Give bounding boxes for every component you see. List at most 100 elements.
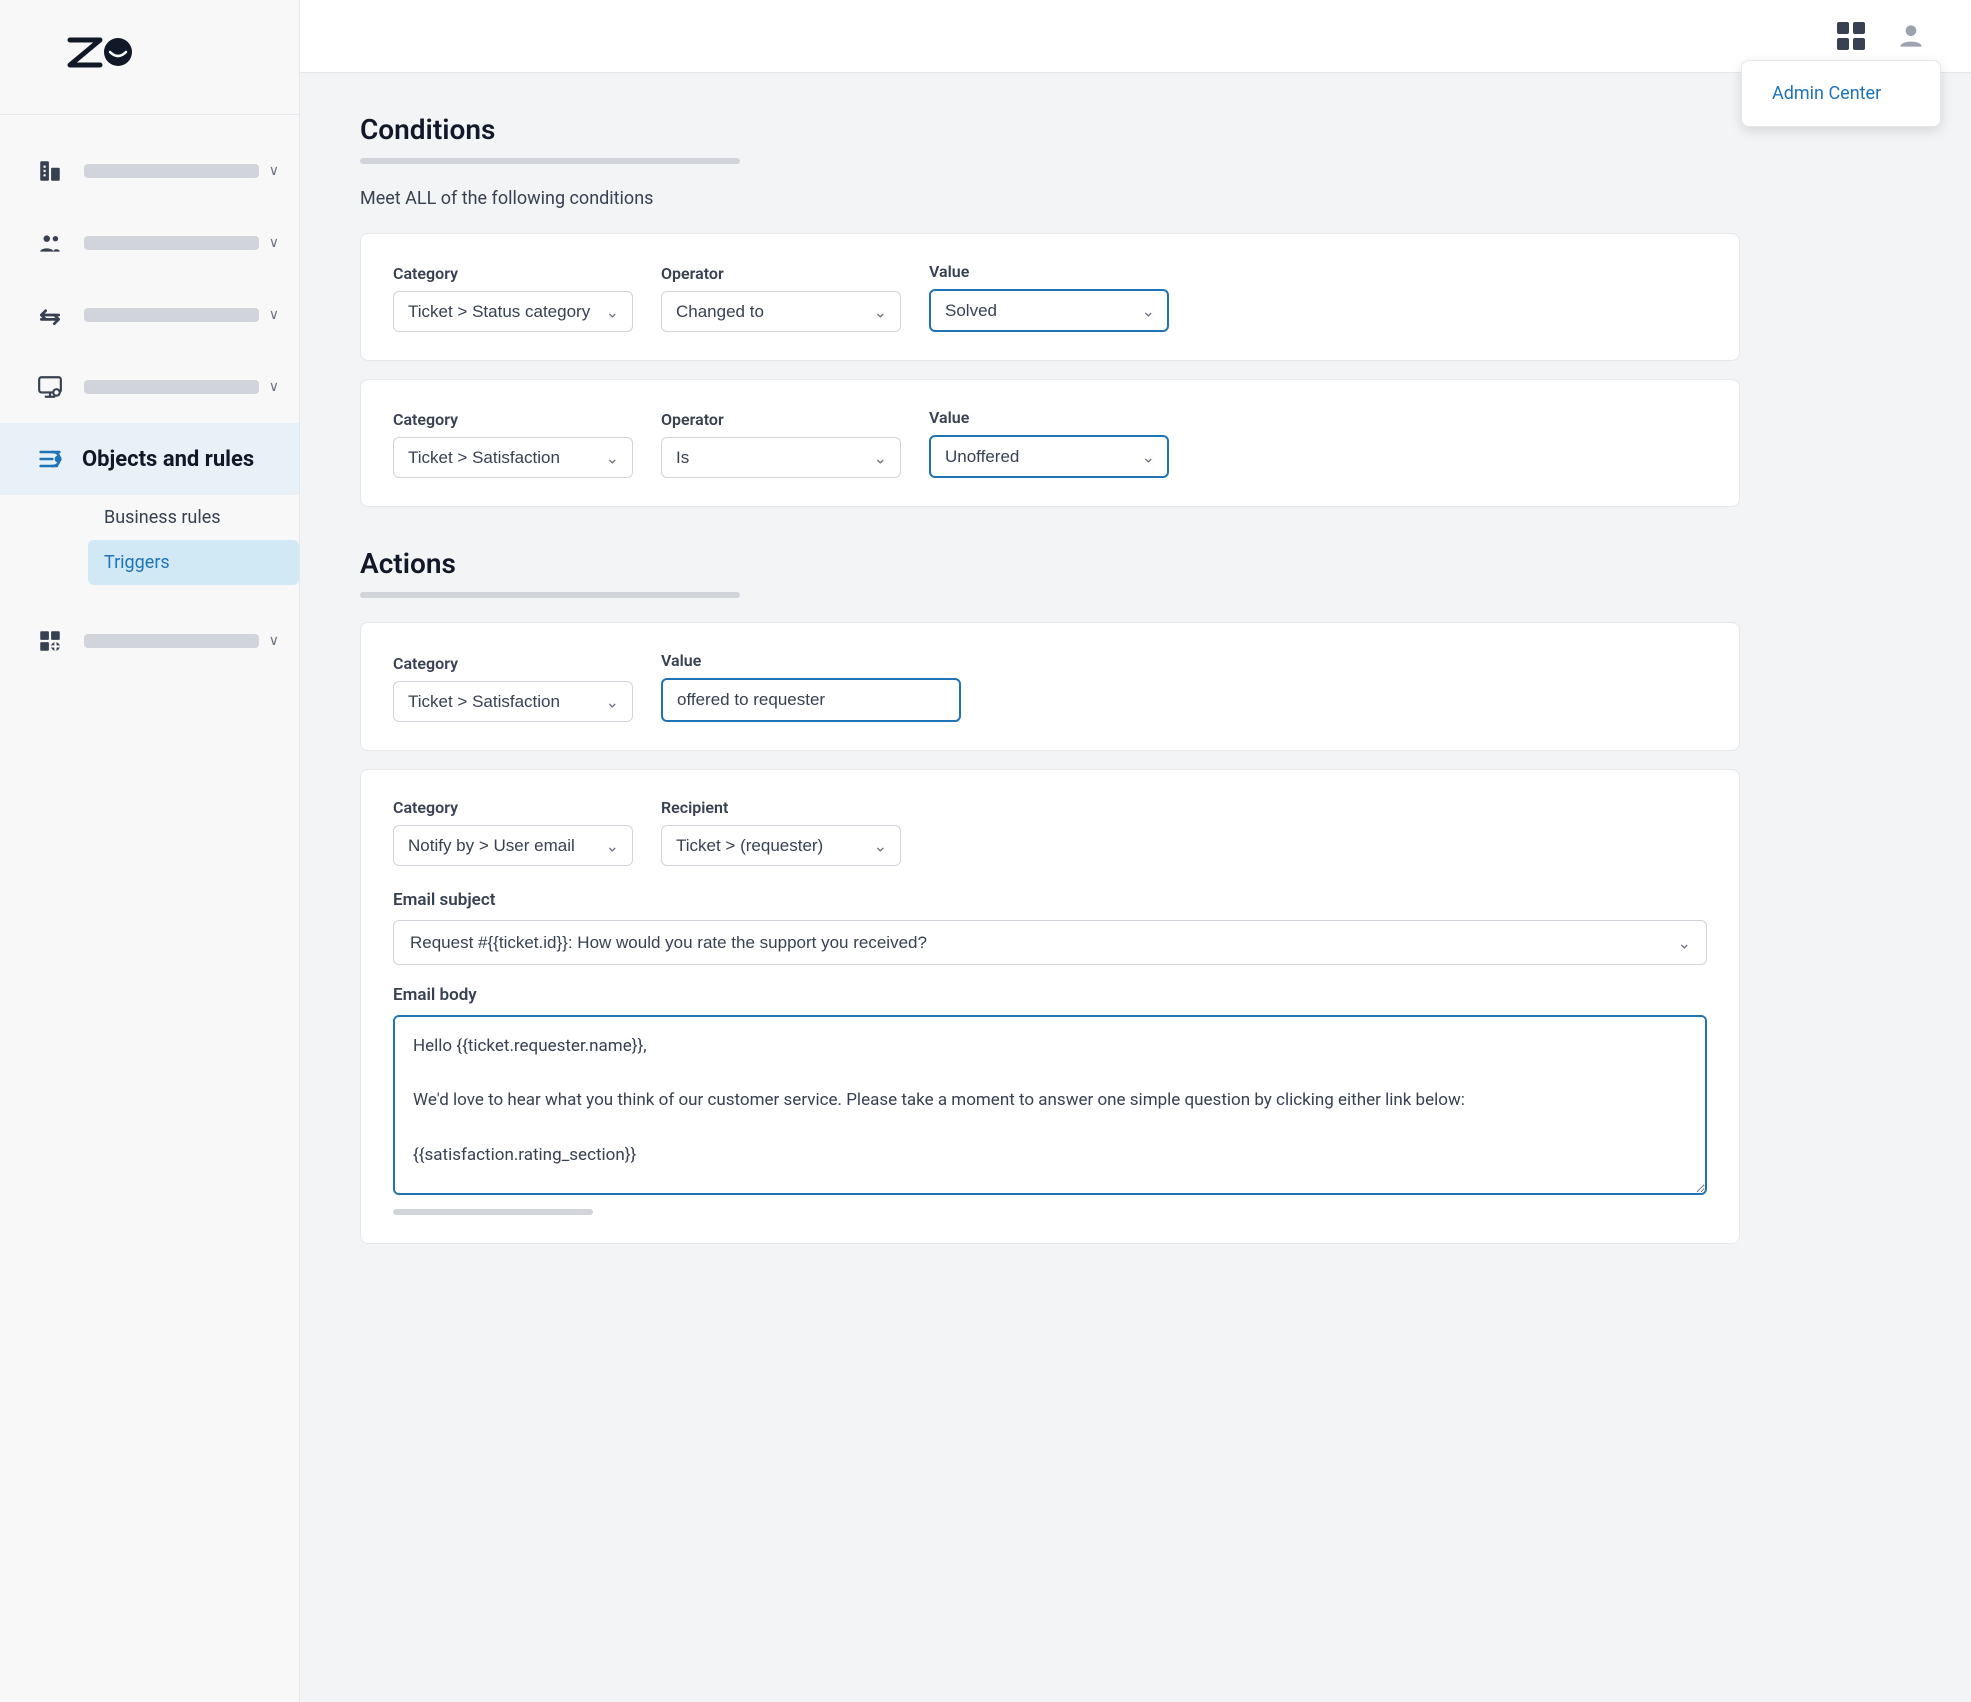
- email-subject-label: Email subject: [393, 890, 1707, 910]
- people-icon: [32, 225, 68, 261]
- condition1-category-select[interactable]: Ticket > Status category: [393, 291, 633, 332]
- grid-cell-1: [1837, 22, 1849, 34]
- conditions-section: Conditions Meet ALL of the following con…: [360, 113, 1740, 507]
- grid-cell-2: [1853, 22, 1865, 34]
- action2-category-label: Category: [393, 798, 633, 817]
- grid-cell-4: [1853, 38, 1865, 50]
- action2-recipient-label: Recipient: [661, 798, 901, 817]
- email-body-label: Email body: [393, 985, 1707, 1005]
- action-row-2: Category Notify by > User email Recipien…: [393, 798, 1707, 866]
- condition1-category-label: Category: [393, 264, 633, 283]
- sidebar-people-label: [84, 236, 259, 250]
- sidebar-objects-rules-label: Objects and rules: [82, 447, 254, 472]
- sidebar-item-monitor[interactable]: ∨: [0, 351, 299, 423]
- page-body: Conditions Meet ALL of the following con…: [300, 73, 1800, 1302]
- monitor-icon: [32, 369, 68, 405]
- condition2-category-group: Category Ticket > Satisfaction: [393, 410, 633, 478]
- condition2-value-select[interactable]: Unoffered: [929, 435, 1169, 478]
- action1-value-group: Value: [661, 651, 961, 722]
- admin-center-dropdown: Admin Center: [1741, 60, 1941, 127]
- action1-value-input[interactable]: [661, 678, 961, 722]
- grid-icon[interactable]: [1831, 16, 1871, 56]
- sidebar-monitor-label: [84, 380, 259, 394]
- arrows-icon: [32, 297, 68, 333]
- condition2-operator-wrapper: Is: [661, 437, 901, 478]
- top-bar: Admin Center: [300, 0, 1971, 73]
- actions-section: Actions Category Ticket > Satisfaction V: [360, 547, 1740, 1244]
- conditions-title: Conditions: [360, 113, 1740, 146]
- sidebar-item-objects-rules[interactable]: Objects and rules: [0, 423, 299, 495]
- sidebar-sub-business-rules[interactable]: Business rules: [88, 495, 299, 540]
- condition1-value-wrapper: Solved: [929, 289, 1169, 332]
- sidebar-item-people[interactable]: ∨: [0, 207, 299, 279]
- admin-center-link[interactable]: Admin Center: [1742, 69, 1940, 118]
- action1-category-label: Category: [393, 654, 633, 673]
- condition1-operator-wrapper: Changed to: [661, 291, 901, 332]
- condition1-value-select[interactable]: Solved: [929, 289, 1169, 332]
- sidebar-apps-chevron: ∨: [269, 633, 279, 649]
- actions-divider: [360, 592, 740, 598]
- email-body-section: Email body Hello {{ticket.requester.name…: [393, 985, 1707, 1199]
- action-row-1: Category Ticket > Satisfaction Value: [393, 651, 1707, 722]
- conditions-subtitle: Meet ALL of the following conditions: [360, 188, 1740, 209]
- action1-value-label: Value: [661, 651, 961, 670]
- grid-cell-3: [1837, 38, 1849, 50]
- sidebar-buildings-chevron: ∨: [269, 163, 279, 179]
- condition-card-1: Category Ticket > Status category Operat…: [360, 233, 1740, 361]
- email-subject-wrapper: Request #{{ticket.id}}: How would you ra…: [393, 920, 1707, 965]
- condition2-value-wrapper: Unoffered: [929, 435, 1169, 478]
- action1-category-wrapper: Ticket > Satisfaction: [393, 681, 633, 722]
- sidebar-sub-triggers[interactable]: Triggers: [88, 540, 299, 585]
- user-icon[interactable]: [1891, 16, 1931, 56]
- email-subject-section: Email subject Request #{{ticket.id}}: Ho…: [393, 890, 1707, 965]
- sidebar-sub-items: Business rules Triggers: [0, 495, 299, 585]
- sidebar-item-arrows[interactable]: ∨: [0, 279, 299, 351]
- condition2-category-wrapper: Ticket > Satisfaction: [393, 437, 633, 478]
- sidebar-item-apps[interactable]: ∨: [0, 605, 299, 677]
- action-card-1: Category Ticket > Satisfaction Value: [360, 622, 1740, 751]
- sidebar-buildings-label: [84, 164, 259, 178]
- condition-row-1: Category Ticket > Status category Operat…: [393, 262, 1707, 332]
- actions-title: Actions: [360, 547, 1740, 580]
- condition1-operator-select[interactable]: Changed to: [661, 291, 901, 332]
- condition1-category-group: Category Ticket > Status category: [393, 264, 633, 332]
- condition1-operator-label: Operator: [661, 264, 901, 283]
- condition2-value-group: Value Unoffered: [929, 408, 1169, 478]
- apps-icon: [32, 623, 68, 659]
- conditions-divider: [360, 158, 740, 164]
- email-subject-select[interactable]: Request #{{ticket.id}}: How would you ra…: [393, 920, 1707, 965]
- action2-category-select[interactable]: Notify by > User email: [393, 825, 633, 866]
- action1-category-select[interactable]: Ticket > Satisfaction: [393, 681, 633, 722]
- action2-recipient-wrapper: Ticket > (requester): [661, 825, 901, 866]
- condition-row-2: Category Ticket > Satisfaction Operator …: [393, 408, 1707, 478]
- condition2-value-label: Value: [929, 408, 1169, 427]
- action2-recipient-group: Recipient Ticket > (requester): [661, 798, 901, 866]
- sidebar-logo: [0, 0, 299, 115]
- action1-category-group: Category Ticket > Satisfaction: [393, 654, 633, 722]
- action2-recipient-select[interactable]: Ticket > (requester): [661, 825, 901, 866]
- condition-card-2: Category Ticket > Satisfaction Operator …: [360, 379, 1740, 507]
- main-content: Admin Center Conditions Meet ALL of the …: [300, 0, 1971, 1702]
- objects-rules-icon: [32, 441, 68, 477]
- sidebar-people-chevron: ∨: [269, 235, 279, 251]
- action2-category-group: Category Notify by > User email: [393, 798, 633, 866]
- condition2-category-label: Category: [393, 410, 633, 429]
- sidebar-monitor-chevron: ∨: [269, 379, 279, 395]
- condition1-value-group: Value Solved: [929, 262, 1169, 332]
- condition1-operator-group: Operator Changed to: [661, 264, 901, 332]
- sidebar-arrows-label: [84, 308, 259, 322]
- buildings-icon: [32, 153, 68, 189]
- zendesk-logo-icon: [60, 30, 140, 80]
- sidebar-item-buildings[interactable]: ∨: [0, 135, 299, 207]
- action2-category-wrapper: Notify by > User email: [393, 825, 633, 866]
- email-body-textarea[interactable]: Hello {{ticket.requester.name}}, We'd lo…: [393, 1015, 1707, 1195]
- condition2-operator-select[interactable]: Is: [661, 437, 901, 478]
- sidebar-apps-label: [84, 634, 259, 648]
- condition2-operator-label: Operator: [661, 410, 901, 429]
- condition1-category-wrapper: Ticket > Status category: [393, 291, 633, 332]
- condition2-operator-group: Operator Is: [661, 410, 901, 478]
- sidebar-arrows-chevron: ∨: [269, 307, 279, 323]
- condition2-category-select[interactable]: Ticket > Satisfaction: [393, 437, 633, 478]
- action-card-2: Category Notify by > User email Recipien…: [360, 769, 1740, 1244]
- condition1-value-label: Value: [929, 262, 1169, 281]
